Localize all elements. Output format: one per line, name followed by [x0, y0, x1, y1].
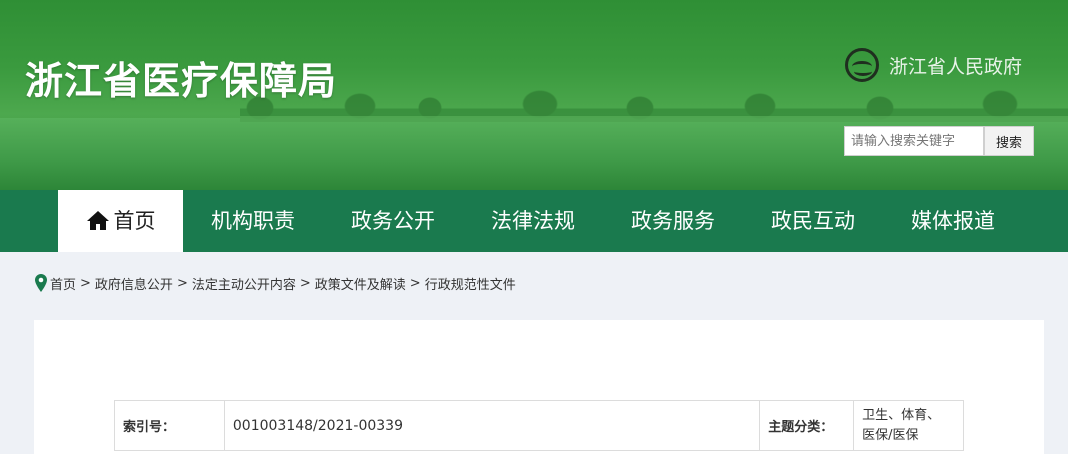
nav-item-laws-regulations[interactable]: 法律法规	[473, 190, 593, 252]
topic-category-value: 卫生、体育、 医保/医保	[853, 400, 964, 451]
site-title[interactable]: 浙江省医疗保障局	[25, 50, 337, 105]
breadcrumb-separator: >	[299, 275, 311, 291]
nav-item-home[interactable]: 首页	[58, 190, 183, 252]
breadcrumb-separator: >	[176, 275, 188, 291]
index-number-label: 索引号：	[114, 400, 225, 451]
topic-category-label: 主题分类：	[759, 400, 855, 451]
location-pin-icon	[35, 274, 47, 292]
provincial-government-label: 浙江省人民政府	[889, 55, 1023, 78]
main-nav: 首页 机构职责 政务公开 法律法规 政务服务 政民互动 媒体报道	[0, 190, 1068, 252]
table-row: 索引号： 001003148/2021-00339 主题分类： 卫生、体育、 医…	[114, 400, 964, 451]
breadcrumb-normative-documents[interactable]: 行政规范性文件	[425, 274, 516, 293]
breadcrumb-separator: >	[409, 275, 421, 291]
topic-category-value-line1: 卫生、体育、	[862, 407, 941, 423]
breadcrumb-statutory-content[interactable]: 法定主动公开内容	[192, 274, 296, 293]
nav-item-public-interaction[interactable]: 政民互动	[753, 190, 873, 252]
search-input[interactable]	[844, 126, 984, 156]
breadcrumb-separator: >	[80, 275, 91, 291]
breadcrumb: 首页 > 政府信息公开 > 法定主动公开内容 > 政策文件及解读 > 行政规范性…	[35, 272, 516, 294]
nav-item-responsibilities[interactable]: 机构职责	[193, 190, 313, 252]
government-emblem-icon	[845, 48, 879, 82]
nav-item-home-label: 首页	[113, 209, 156, 233]
topic-category-value-line2: 医保/医保	[862, 427, 919, 443]
breadcrumb-home[interactable]: 首页	[50, 274, 76, 293]
nav-item-government-services[interactable]: 政务服务	[613, 190, 733, 252]
document-info-table: 索引号： 001003148/2021-00339 主题分类： 卫生、体育、 医…	[114, 400, 964, 451]
breadcrumb-info-disclosure[interactable]: 政府信息公开	[95, 274, 173, 293]
nav-item-media-reports[interactable]: 媒体报道	[893, 190, 1013, 252]
index-number-value: 001003148/2021-00339	[223, 400, 761, 451]
search-button[interactable]: 搜索	[984, 126, 1034, 156]
nav-item-government-affairs-disclosure[interactable]: 政务公开	[333, 190, 453, 252]
provincial-government-link[interactable]: 浙江省人民政府	[845, 48, 1022, 82]
breadcrumb-policy-documents[interactable]: 政策文件及解读	[315, 274, 406, 293]
home-icon	[86, 211, 109, 230]
banner-shore	[240, 116, 1068, 122]
